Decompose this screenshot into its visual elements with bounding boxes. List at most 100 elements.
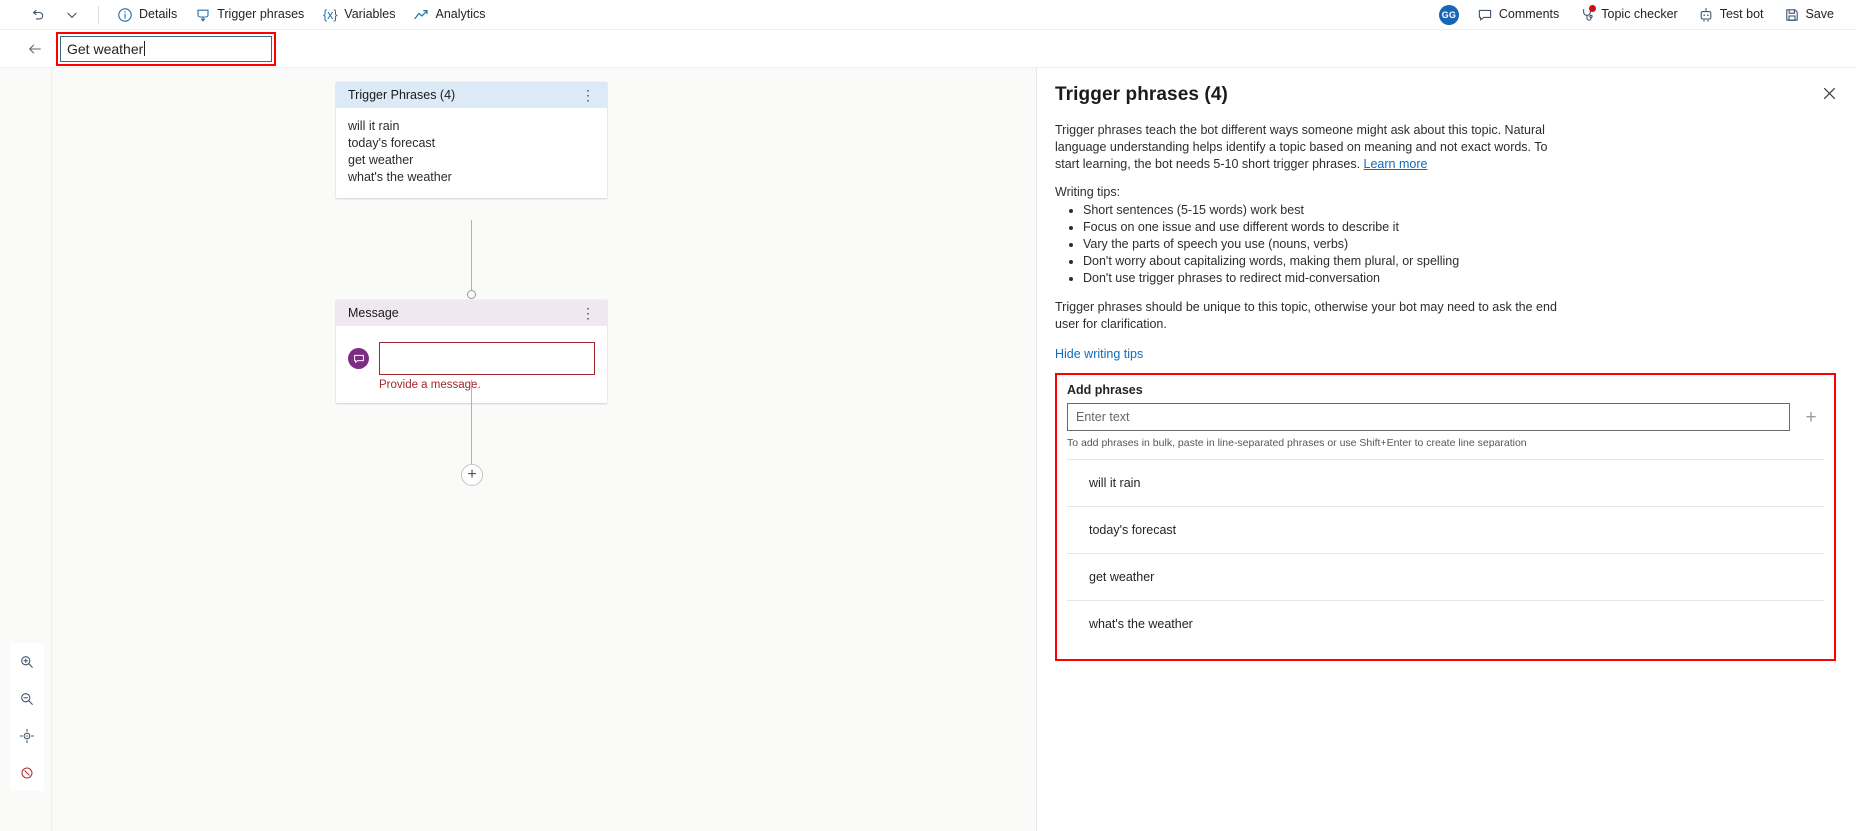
zoom-in-icon <box>19 654 35 670</box>
trigger-icon <box>195 7 211 23</box>
canvas-phrase: will it rain <box>348 119 400 133</box>
tab-analytics[interactable]: Analytics <box>405 2 493 28</box>
fit-to-screen-button[interactable] <box>10 717 44 754</box>
authoring-canvas[interactable]: Trigger Phrases (4) ⋮ will it rain today… <box>52 68 1037 831</box>
tab-details-label: Details <box>139 7 178 22</box>
fit-to-screen-icon <box>19 728 35 744</box>
comment-icon <box>1477 7 1493 23</box>
trigger-phrases-panel: Trigger phrases (4) Trigger phrases teac… <box>1037 68 1856 831</box>
message-error-text: Provide a message. <box>379 379 481 391</box>
trigger-phrase-list: will it rain today's forecast get weathe… <box>1067 459 1824 647</box>
left-rail <box>0 68 52 831</box>
comments-button[interactable]: Comments <box>1469 2 1567 28</box>
close-panel-button[interactable] <box>1816 80 1842 106</box>
message-text-input[interactable] <box>379 342 595 375</box>
hide-writing-tips-link[interactable]: Hide writing tips <box>1055 347 1143 361</box>
node-trigger-phrases[interactable]: Trigger Phrases (4) ⋮ will it rain today… <box>336 82 607 198</box>
toolbar-divider <box>98 5 99 24</box>
topic-name-input[interactable]: Get weather <box>60 35 272 62</box>
topic-checker-button[interactable]: Topic checker <box>1571 2 1685 28</box>
back-arrow-icon <box>27 41 43 57</box>
connector-line <box>471 380 472 466</box>
canvas-phrase: get weather <box>348 153 414 167</box>
comments-label: Comments <box>1498 7 1560 22</box>
writing-tip-item: Don't use trigger phrases to redirect mi… <box>1083 270 1838 287</box>
save-button[interactable]: Save <box>1776 2 1843 28</box>
panel-description: Trigger phrases teach the bot different … <box>1055 122 1565 173</box>
undo-icon <box>30 7 46 23</box>
writing-tips-list: Short sentences (5-15 words) work best F… <box>1055 202 1838 287</box>
writing-tip-item: Vary the parts of speech you use (nouns,… <box>1083 236 1838 253</box>
message-row <box>348 336 595 375</box>
node-message-title: Message <box>348 306 399 320</box>
node-message-header: Message ⋮ <box>336 300 607 326</box>
info-icon <box>117 7 133 23</box>
connector-dot <box>467 290 476 299</box>
more-commands-button[interactable] <box>56 2 88 28</box>
node-message-menu-button[interactable]: ⋮ <box>577 305 599 322</box>
panel-unique-note: Trigger phrases should be unique to this… <box>1055 300 1557 331</box>
node-trigger-title: Trigger Phrases (4) <box>348 88 456 102</box>
zoom-in-button[interactable] <box>10 643 44 680</box>
test-bot-button[interactable]: Test bot <box>1690 2 1772 28</box>
add-phrases-label: Add phrases <box>1067 383 1143 397</box>
tab-trigger-phrases[interactable]: Trigger phrases <box>187 2 312 28</box>
writing-tip-item: Don't worry about capitalizing words, ma… <box>1083 253 1838 270</box>
command-bar-left: Details Trigger phrases {x} Variables An… <box>22 2 494 28</box>
notification-dot <box>1589 4 1597 12</box>
text-caret <box>144 41 146 56</box>
test-bot-label: Test bot <box>1719 7 1764 22</box>
learn-more-link[interactable]: Learn more <box>1364 157 1428 171</box>
variables-icon: {x} <box>322 7 338 23</box>
canvas-phrase: what's the weather <box>348 170 452 184</box>
add-phrase-input[interactable] <box>1067 403 1790 431</box>
tab-variables-label: Variables <box>344 7 396 22</box>
command-bar: Details Trigger phrases {x} Variables An… <box>0 0 1856 30</box>
list-item[interactable]: get weather <box>1067 553 1824 600</box>
topic-name-annotation: Get weather <box>56 31 276 66</box>
node-trigger-menu-button[interactable]: ⋮ <box>577 87 599 104</box>
tab-analytics-label: Analytics <box>435 7 486 22</box>
add-node-button[interactable]: + <box>461 464 483 486</box>
topic-title-row: Get weather <box>0 30 1856 68</box>
tab-variables[interactable]: {x} Variables <box>314 2 403 28</box>
node-trigger-body: will it rain today's forecast get weathe… <box>336 108 607 198</box>
message-bubble-icon <box>348 348 369 369</box>
back-button[interactable] <box>22 36 48 62</box>
writing-tip-item: Short sentences (5-15 words) work best <box>1083 202 1838 219</box>
reset-view-button[interactable] <box>10 754 44 791</box>
add-phrases-annotation: Add phrases + To add phrases in bulk, pa… <box>1055 373 1836 661</box>
analytics-icon <box>413 7 429 23</box>
command-bar-right: GG Comments Topic checker Test bot Save <box>1438 2 1846 28</box>
topic-name-value: Get weather <box>67 40 144 57</box>
panel-title: Trigger phrases (4) <box>1055 84 1228 105</box>
canvas-zoom-toolbar <box>10 643 44 791</box>
writing-tip-item: Focus on one issue and use different wor… <box>1083 219 1838 236</box>
chevron-down-icon <box>64 7 80 23</box>
list-item[interactable]: will it rain <box>1067 459 1824 506</box>
panel-description-text: Trigger phrases teach the bot different … <box>1055 123 1548 171</box>
tab-details[interactable]: Details <box>109 2 185 28</box>
reset-view-icon <box>19 765 35 781</box>
main-area: Trigger Phrases (4) ⋮ will it rain today… <box>0 68 1856 831</box>
close-icon <box>1821 85 1837 101</box>
variables-glyph: {x} <box>322 7 338 22</box>
node-trigger-header: Trigger Phrases (4) ⋮ <box>336 82 607 108</box>
avatar[interactable]: GG <box>1438 4 1459 25</box>
zoom-out-icon <box>19 691 35 707</box>
test-bot-icon <box>1698 7 1714 23</box>
add-node-glyph: + <box>467 466 477 483</box>
canvas-phrase: today's forecast <box>348 136 436 150</box>
add-phrases-row: + <box>1067 403 1824 431</box>
list-item[interactable]: what's the weather <box>1067 600 1824 647</box>
undo-button[interactable] <box>22 2 54 28</box>
topic-checker-icon-wrap <box>1579 4 1597 23</box>
list-item[interactable]: today's forecast <box>1067 506 1824 553</box>
connector-line <box>471 220 472 294</box>
writing-tips-label: Writing tips: <box>1055 185 1121 199</box>
save-label: Save <box>1805 7 1835 22</box>
tab-trigger-phrases-label: Trigger phrases <box>217 7 305 22</box>
add-phrase-button[interactable]: + <box>1798 404 1824 430</box>
zoom-out-button[interactable] <box>10 680 44 717</box>
topic-checker-label: Topic checker <box>1601 7 1678 22</box>
